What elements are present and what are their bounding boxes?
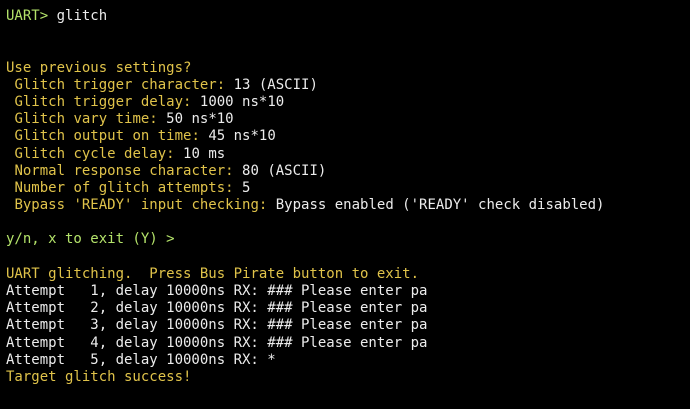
terminal-window[interactable]: UART> glitch Use previous settings? Glit…	[0, 0, 690, 409]
setting-row: Normal response character: 80 (ASCII)	[6, 163, 604, 180]
setting-value: 45 ns*10	[208, 128, 276, 145]
setting-value: 80 (ASCII)	[242, 162, 327, 179]
attempt-line: Attempt 4, delay 10000ns RX: ### Please …	[6, 334, 428, 351]
setting-value: 10 ms	[183, 145, 226, 162]
setting-value: 1000 ns*10	[199, 93, 285, 110]
settings-heading: Use previous settings?	[6, 59, 192, 76]
confirm-prompt: y/n, x to exit (Y) >	[6, 231, 175, 248]
uart-prompt: UART>	[6, 8, 49, 24]
setting-label: Glitch vary time:	[14, 111, 158, 128]
setting-label: Glitch output on time:	[14, 128, 200, 145]
terminal-output: UART> glitch Use previous settings? Glit…	[6, 8, 604, 386]
glitching-message: UART glitching. Press Bus Pirate button …	[6, 265, 420, 282]
setting-value: 50 ns*10	[166, 111, 234, 128]
attempt-line: Attempt 5, delay 10000ns RX: *	[6, 351, 276, 368]
setting-label: Glitch trigger character:	[14, 76, 226, 93]
setting-value: Bypass enabled ('READY' check disabled)	[275, 197, 605, 214]
setting-label: Number of glitch attempts:	[14, 179, 234, 196]
setting-label: Normal response character:	[14, 162, 234, 179]
typed-command: glitch	[56, 8, 108, 24]
setting-row: Number of glitch attempts: 5	[6, 180, 604, 197]
setting-row: Glitch trigger character: 13 (ASCII)	[6, 77, 604, 94]
setting-label: Bypass 'READY' input checking:	[14, 197, 268, 214]
setting-value: 5	[242, 179, 251, 196]
attempt-line: Attempt 3, delay 10000ns RX: ### Please …	[6, 317, 428, 334]
command-line: UART> glitch	[6, 8, 604, 25]
attempt-line: Attempt 2, delay 10000ns RX: ### Please …	[6, 300, 428, 317]
setting-row: Glitch vary time: 50 ns*10	[6, 111, 604, 128]
attempt-line: Attempt 1, delay 10000ns RX: ### Please …	[6, 283, 428, 299]
setting-value: 13 (ASCII)	[233, 76, 318, 93]
setting-row: Glitch cycle delay: 10 ms	[6, 146, 604, 163]
setting-label: Glitch cycle delay:	[14, 145, 175, 162]
setting-label: Glitch trigger delay:	[14, 93, 192, 110]
setting-row: Glitch output on time: 45 ns*10	[6, 128, 604, 145]
success-message: Target glitch success!	[6, 368, 192, 385]
setting-row: Glitch trigger delay: 1000 ns*10	[6, 94, 604, 111]
setting-row: Bypass 'READY' input checking: Bypass en…	[6, 197, 604, 214]
